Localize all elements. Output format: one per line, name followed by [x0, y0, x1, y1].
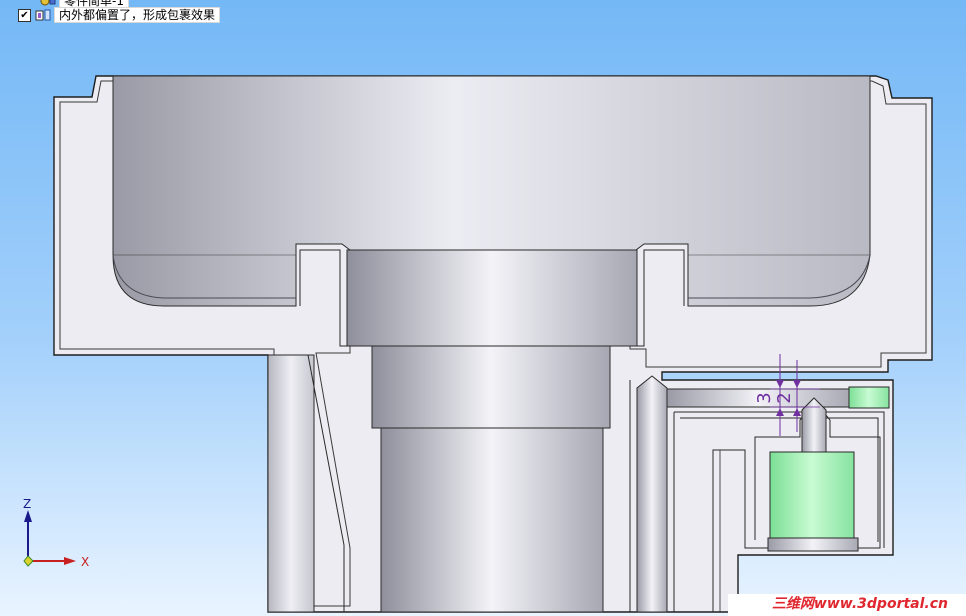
- pointed-channel: [636, 375, 668, 613]
- site-watermark: 三维网www.3dportal.cn: [728, 594, 966, 616]
- shell-feature-icon: [35, 9, 51, 21]
- insert-base: [767, 537, 859, 552]
- feature-tree-shell-label: 内外都偏置了，形成包裹效果: [54, 7, 221, 23]
- dim-label-2[interactable]: 2: [774, 392, 795, 403]
- feature-tree-item-shell[interactable]: ✔ 内外都偏置了，形成包裹效果: [18, 7, 221, 23]
- axis-z-label: Z: [23, 497, 32, 511]
- shell-checkbox[interactable]: ✔: [18, 8, 31, 22]
- bore-upper: [346, 249, 638, 347]
- graphics-viewport[interactable]: 3 2 零件简单-1 ✔ 内外都偏置了，形成包裹效果 Z X 三维网www.3d…: [0, 0, 966, 616]
- axis-x-label: X: [81, 555, 90, 569]
- coordinate-triad: [23, 510, 76, 567]
- green-insert-body[interactable]: [769, 451, 855, 539]
- vent-pin: [801, 397, 827, 453]
- bore-lower: [380, 427, 604, 613]
- green-insert-nub[interactable]: [848, 386, 890, 409]
- dim-label-3[interactable]: 3: [754, 392, 775, 403]
- bore-middle: [371, 345, 611, 429]
- lower-stem: [267, 354, 315, 613]
- section-view-drawing[interactable]: 3 2: [0, 0, 966, 616]
